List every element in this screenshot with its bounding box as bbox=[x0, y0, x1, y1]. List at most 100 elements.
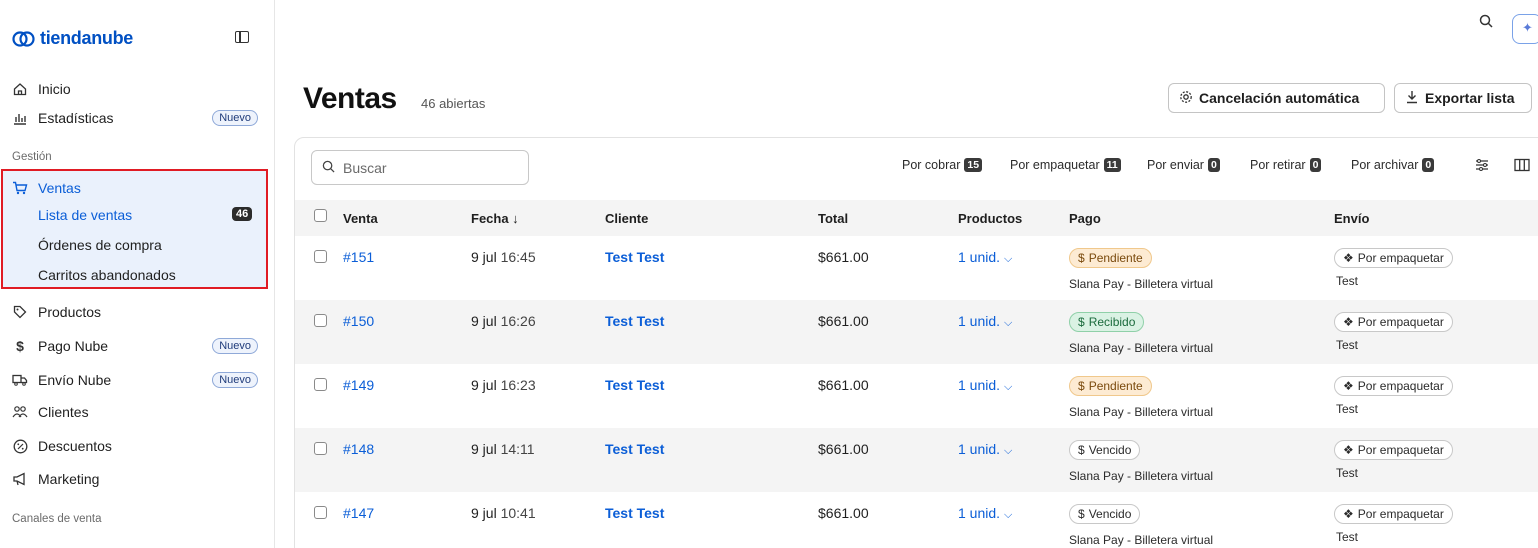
order-date: 9 jul bbox=[471, 313, 497, 329]
package-icon: ❖ bbox=[1343, 507, 1354, 521]
row-checkbox[interactable] bbox=[314, 378, 327, 391]
sidebar-item-ventas[interactable]: Ventas bbox=[12, 175, 262, 201]
filter-por-enviar[interactable]: Por enviar 0 bbox=[1147, 158, 1220, 172]
search-icon[interactable] bbox=[1479, 14, 1493, 32]
order-date: 9 jul bbox=[471, 249, 497, 265]
products-dropdown[interactable]: 1 unid. ⌵ bbox=[958, 505, 1012, 522]
order-total: $661.00 bbox=[818, 505, 869, 521]
order-id-link[interactable]: #150 bbox=[343, 313, 374, 329]
gear-icon bbox=[1179, 90, 1193, 107]
order-total: $661.00 bbox=[818, 313, 869, 329]
auto-cancel-label: Cancelación automática bbox=[1199, 90, 1360, 106]
filter-count: 0 bbox=[1207, 158, 1220, 172]
order-date: 9 jul bbox=[471, 505, 497, 521]
sidebar-subitem-carritos-abandonados[interactable]: Carritos abandonados bbox=[38, 267, 176, 283]
dollar-icon: $ bbox=[16, 338, 24, 354]
sidebar-item-productos[interactable]: Productos bbox=[12, 299, 262, 325]
column-header-venta[interactable]: Venta bbox=[343, 211, 378, 226]
chevron-down-icon: ⌵ bbox=[1004, 509, 1013, 521]
sidebar-item-label: Envío Nube bbox=[38, 372, 112, 388]
percent-icon bbox=[12, 438, 28, 454]
payment-icon: $ bbox=[1078, 251, 1085, 265]
client-link[interactable]: Test Test bbox=[605, 249, 664, 265]
order-id-link[interactable]: #147 bbox=[343, 505, 374, 521]
payment-status-badge: $ Pendiente bbox=[1069, 376, 1152, 396]
filter-por-cobrar[interactable]: Por cobrar 15 bbox=[902, 158, 983, 172]
order-date: 9 jul bbox=[471, 441, 497, 457]
row-checkbox[interactable] bbox=[314, 442, 327, 455]
sidebar-item-marketing[interactable]: Marketing bbox=[12, 466, 262, 492]
home-icon bbox=[12, 81, 28, 97]
shipping-status-label: Por empaquetar bbox=[1357, 443, 1444, 457]
order-time: 14:11 bbox=[500, 441, 535, 457]
order-time: 16:23 bbox=[500, 377, 536, 393]
filter-por-retirar[interactable]: Por retirar 0 bbox=[1250, 158, 1322, 172]
column-header-envio: Envío bbox=[1334, 211, 1370, 226]
package-icon: ❖ bbox=[1343, 315, 1354, 329]
order-id-link[interactable]: #151 bbox=[343, 249, 374, 265]
search-icon bbox=[322, 160, 335, 176]
payment-status-badge: $ Vencido bbox=[1069, 504, 1141, 524]
client-link[interactable]: Test Test bbox=[605, 313, 664, 329]
table-row[interactable] bbox=[295, 300, 1538, 364]
columns-icon[interactable] bbox=[1514, 158, 1530, 175]
sidebar-item-descuentos[interactable]: Descuentos bbox=[12, 433, 262, 459]
filter-settings-icon[interactable] bbox=[1474, 158, 1490, 175]
payment-icon: $ bbox=[1078, 379, 1085, 393]
export-list-button[interactable]: Exportar lista bbox=[1394, 83, 1532, 113]
ventas-count-badge: 46 bbox=[232, 207, 253, 221]
products-count: 1 unid. bbox=[958, 441, 1001, 457]
sidebar-item-estadisticas[interactable]: Estadísticas Nuevo bbox=[12, 105, 262, 131]
filter-label: Por archivar bbox=[1351, 158, 1419, 172]
order-datetime: 9 jul 16:23 bbox=[471, 377, 536, 393]
sidebar-subitem-lista-de-ventas[interactable]: Lista de ventas bbox=[38, 207, 132, 223]
order-time: 16:26 bbox=[500, 313, 536, 329]
chevron-down-icon: ⌵ bbox=[1004, 381, 1013, 393]
filter-label: Por enviar bbox=[1147, 158, 1204, 172]
products-dropdown[interactable]: 1 unid. ⌵ bbox=[958, 249, 1012, 266]
sidebar-item-inicio[interactable]: Inicio bbox=[12, 76, 262, 102]
order-date: 9 jul bbox=[471, 377, 497, 393]
order-datetime: 9 jul 10:41 bbox=[471, 505, 536, 521]
client-link[interactable]: Test Test bbox=[605, 441, 664, 457]
sidebar-item-clientes[interactable]: Clientes bbox=[12, 399, 262, 425]
order-total: $661.00 bbox=[818, 377, 869, 393]
row-checkbox[interactable] bbox=[314, 250, 327, 263]
order-total: $661.00 bbox=[818, 441, 869, 457]
auto-cancel-button[interactable]: Cancelación automática bbox=[1168, 83, 1385, 113]
brand-logo[interactable]: tiendanube bbox=[12, 28, 133, 49]
products-count: 1 unid. bbox=[958, 377, 1001, 393]
row-checkbox[interactable] bbox=[314, 506, 327, 519]
order-time: 10:41 bbox=[500, 505, 536, 521]
shipping-status-badge: ❖ Por empaquetar bbox=[1334, 440, 1453, 460]
page-subtitle: 46 abiertas bbox=[421, 96, 486, 111]
table-row[interactable] bbox=[295, 236, 1538, 300]
sidebar-item-label: Ventas bbox=[38, 180, 81, 196]
export-list-label: Exportar lista bbox=[1425, 90, 1515, 106]
products-dropdown[interactable]: 1 unid. ⌵ bbox=[958, 313, 1012, 330]
sidebar-subitem-ordenes-de-compra[interactable]: Órdenes de compra bbox=[38, 237, 162, 253]
column-header-fecha[interactable]: Fecha ↓ bbox=[471, 211, 519, 226]
sidebar-item-label: Descuentos bbox=[38, 438, 112, 454]
chevron-down-icon: ⌵ bbox=[1004, 317, 1013, 329]
filter-por-empaquetar[interactable]: Por empaquetar 11 bbox=[1010, 158, 1121, 172]
table-row[interactable] bbox=[295, 428, 1538, 492]
order-id-link[interactable]: #149 bbox=[343, 377, 374, 393]
sidebar-item-pago-nube[interactable]: $ Pago Nube Nuevo bbox=[12, 333, 262, 359]
filter-por-archivar[interactable]: Por archivar 0 bbox=[1351, 158, 1435, 172]
search-input[interactable]: Buscar bbox=[311, 150, 529, 185]
row-checkbox[interactable] bbox=[314, 314, 327, 327]
package-icon: ❖ bbox=[1343, 443, 1354, 457]
sidebar-item-envio-nube[interactable]: Envío Nube Nuevo bbox=[12, 367, 262, 393]
filter-count: 0 bbox=[1422, 158, 1435, 172]
client-link[interactable]: Test Test bbox=[605, 505, 664, 521]
products-dropdown[interactable]: 1 unid. ⌵ bbox=[958, 377, 1012, 394]
sidebar-collapse-icon[interactable] bbox=[235, 31, 249, 43]
products-dropdown[interactable]: 1 unid. ⌵ bbox=[958, 441, 1012, 458]
brand-name: tiendanube bbox=[40, 28, 134, 48]
select-all-checkbox[interactable] bbox=[314, 209, 327, 222]
client-link[interactable]: Test Test bbox=[605, 377, 664, 393]
order-id-link[interactable]: #148 bbox=[343, 441, 374, 457]
table-row[interactable] bbox=[295, 364, 1538, 428]
ai-assistant-icon[interactable] bbox=[1512, 14, 1538, 44]
